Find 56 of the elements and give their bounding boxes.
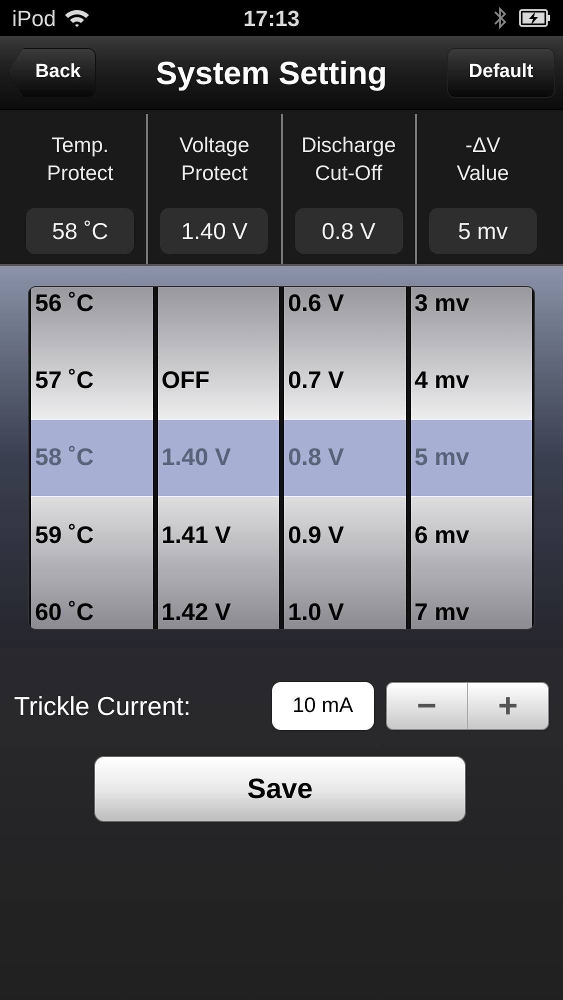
increment-button[interactable]: + [468,683,548,729]
picker-option: 6 mv [414,518,470,554]
picker-option: 4 mv [414,362,470,398]
picker-option: 58 ˚C [35,440,94,476]
picker-row[interactable]: 1.42 V [158,574,279,629]
picker-option: 1.0 V [288,594,344,629]
carrier-name: iPod [12,4,56,32]
setting-label: Voltage Protect [179,133,250,187]
picker-row[interactable]: 1.41 V [158,497,279,574]
setting-value: 5 mv [428,208,537,254]
bluetooth-icon [493,6,507,30]
picker-option: 1.42 V [162,594,231,629]
setting-value: 1.40 V [160,208,268,254]
picker-option: 7 mv [414,594,470,629]
screen-title: System Setting [156,54,388,93]
picker-row[interactable]: 0.9 V [284,497,406,574]
picker-row[interactable]: 3 mv [410,287,532,342]
picker-option: 5 mv [414,440,470,476]
picker-option: 1.40 V [162,440,231,476]
picker-option: 3 mv [414,287,470,322]
picker-option: 59 ˚C [35,518,94,554]
default-button[interactable]: Default [446,48,555,98]
picker-option: 60 ˚C [35,594,94,629]
clock-time: 17:13 [242,4,301,32]
battery-icon [519,9,551,27]
picker-option: 56 ˚C [35,287,94,322]
picker-row[interactable]: 7 mv [410,574,532,629]
picker-option: 0.9 V [288,518,344,554]
picker-row[interactable]: 1.0 V [284,574,406,629]
picker-row[interactable]: 4 mv [410,342,532,419]
picker-wheel[interactable]: 56 ˚C 57 ˚C 58 ˚C 59 ˚C 60 ˚C OFF 1.40 V 1.41 V 1.42 V 0.6 V 0.7 V 0.8 V 0.9 V 1.0 V 3 mv 4 mv 5 mv 6 mv 7 mv [28,286,535,630]
setting-label: -ΔV Value [456,133,509,187]
picker-row[interactable]: 0.6 V [284,287,406,342]
picker-option: 57 ˚C [35,362,94,398]
setting-value: 58 ˚C [26,208,134,254]
back-button[interactable]: Back [8,48,96,98]
picker-option: 0.8 V [288,440,344,476]
picker-option: 1.41 V [162,518,231,554]
picker-row[interactable]: 59 ˚C [31,497,152,574]
picker-row[interactable]: 56 ˚C [31,287,152,342]
decrement-button[interactable]: − [386,683,468,729]
picker-option: 0.7 V [288,362,344,398]
trickle-current-field[interactable]: 10 mA [272,682,374,730]
picker-row[interactable]: OFF [158,342,279,419]
setting-value: 0.8 V [294,208,403,254]
picker-row[interactable]: 60 ˚C [31,574,152,629]
picker-row[interactable]: 57 ˚C [31,342,152,419]
picker-row[interactable]: 6 mv [410,497,532,574]
wifi-icon [64,8,90,28]
picker-option: OFF [162,362,210,398]
picker-option: 0.6 V [288,287,344,322]
picker-row[interactable]: 0.7 V [284,342,406,419]
save-button[interactable]: Save [94,756,466,822]
setting-label: Discharge Cut-Off [301,133,396,187]
setting-label: Temp. Protect [46,133,114,187]
trickle-current-label: Trickle Current: [14,690,192,722]
